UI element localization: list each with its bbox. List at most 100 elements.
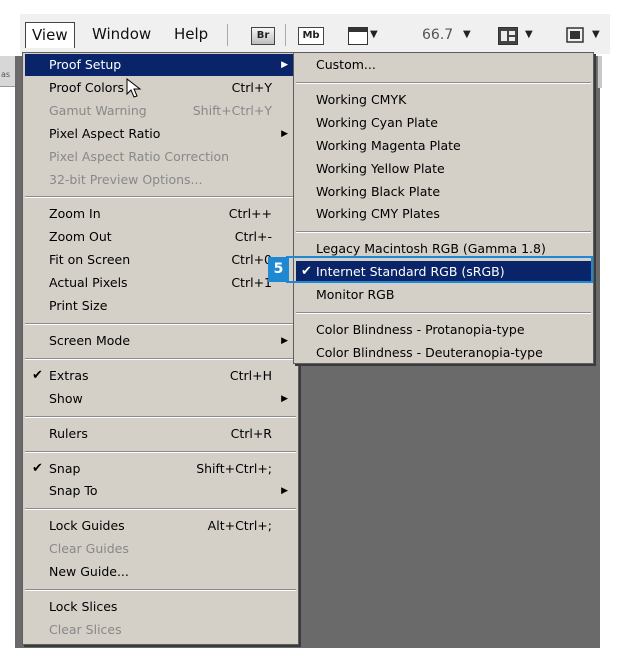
zoom-level[interactable]: 66.7	[422, 24, 453, 46]
menu-item-monitor-rgb[interactable]: Monitor RGB	[296, 284, 591, 306]
menu-item-zoom-in[interactable]: Zoom In Ctrl++	[25, 203, 296, 225]
menu-item-actual-pixels[interactable]: Actual Pixels Ctrl+1	[25, 272, 296, 294]
menu-item-label: Zoom In	[49, 206, 101, 222]
toolbar-divider	[227, 24, 228, 46]
chevron-down-icon[interactable]: ▼	[370, 24, 378, 46]
menu-item-shortcut: Shift+Ctrl+Y	[192, 102, 272, 118]
menu-item-label: Lock Guides	[49, 518, 125, 534]
menu-help[interactable]: Help	[168, 22, 214, 46]
menu-item-label: Monitor RGB	[316, 287, 395, 303]
menu-item-lock-guides[interactable]: Lock Guides Alt+Ctrl+;	[25, 515, 296, 537]
menu-item-label: Proof Colors	[49, 79, 124, 95]
menu-divider	[25, 589, 296, 591]
menu-bar: View Window Help Br Mb ▼ 66.7 ▼ ▼ ▼	[20, 14, 610, 54]
checkmark-icon: ✔	[32, 367, 43, 383]
menu-item-label: Working CMYK	[316, 91, 407, 107]
submenu-arrow-icon: ▶	[281, 393, 288, 404]
menu-view[interactable]: View	[25, 22, 75, 48]
menu-divider	[25, 357, 296, 360]
view-menu: Proof Setup ▶ Proof Colors Ctrl+Y Gamut Warn…	[22, 52, 299, 645]
menu-divider	[296, 81, 591, 84]
menu-item-lock-slices[interactable]: Lock Slices	[25, 596, 296, 618]
menu-divider	[25, 508, 296, 511]
panel-edge-text: as	[1, 70, 11, 79]
menu-item-fit-on-screen[interactable]: Fit on Screen Ctrl+0	[25, 249, 296, 271]
checkmark-icon: ✔	[32, 460, 43, 476]
menu-item-working-magenta-plate[interactable]: Working Magenta Plate	[296, 135, 591, 157]
menu-item-shortcut: Ctrl++	[228, 206, 272, 222]
menu-item-extras[interactable]: ✔ Extras Ctrl+H	[25, 365, 296, 387]
menu-item-clear-slices: Clear Slices	[25, 619, 296, 641]
chevron-down-icon[interactable]: ▼	[525, 24, 533, 46]
menu-item-32-bit-preview-options: 32-bit Preview Options...	[25, 169, 296, 191]
menu-item-clear-guides: Clear Guides	[25, 538, 296, 560]
menu-item-shortcut: Ctrl+Y	[231, 79, 272, 95]
ruler-grid-icon	[349, 28, 367, 35]
view-extras-icon[interactable]	[348, 27, 368, 45]
menu-item-label: Print Size	[49, 298, 108, 313]
bridge-button[interactable]: Br	[251, 27, 275, 45]
menu-item-custom[interactable]: Custom...	[296, 54, 591, 76]
menu-item-working-cmyk[interactable]: Working CMYK	[296, 89, 591, 111]
menu-item-new-guide[interactable]: New Guide...	[25, 561, 296, 583]
toolbar-divider	[285, 24, 286, 46]
menu-item-label: Working CMY Plates	[316, 206, 440, 222]
menu-divider	[25, 450, 296, 453]
menu-item-shortcut: Shift+Ctrl+;	[196, 460, 272, 476]
menu-item-label: Lock Slices	[49, 599, 118, 614]
menu-item-proof-setup[interactable]: Proof Setup ▶	[25, 54, 296, 76]
menu-item-working-yellow-plate[interactable]: Working Yellow Plate	[296, 158, 591, 180]
menu-item-label: Pixel Aspect Ratio	[49, 125, 161, 141]
menu-item-working-black-plate[interactable]: Working Black Plate	[296, 181, 591, 203]
menu-item-label: Snap To	[49, 483, 98, 499]
menu-item-rulers[interactable]: Rulers Ctrl+R	[25, 423, 296, 445]
menu-item-gamut-warning: Gamut Warning Shift+Ctrl+Y	[25, 100, 296, 122]
menu-item-shortcut: Alt+Ctrl+;	[207, 518, 272, 534]
arrange-documents-icon[interactable]	[498, 27, 518, 45]
menu-item-snap-to[interactable]: Snap To ▶	[25, 480, 296, 502]
chevron-down-icon[interactable]: ▼	[463, 24, 471, 46]
menu-item-label: Snap	[49, 460, 81, 476]
menu-item-shortcut: Ctrl+H	[229, 367, 272, 383]
menu-item-label: Extras	[49, 367, 89, 383]
screen-mode-icon[interactable]	[566, 27, 584, 43]
menu-item-label: Actual Pixels	[49, 275, 128, 291]
mouse-cursor-icon	[126, 78, 142, 98]
menu-item-label: Color Blindness - Deuteranopia-type	[316, 344, 543, 360]
menu-item-label: Working Magenta Plate	[316, 137, 461, 153]
menu-item-label: Gamut Warning	[49, 102, 147, 118]
menu-item-shortcut: Ctrl+R	[230, 425, 272, 441]
menu-item-working-cyan-plate[interactable]: Working Cyan Plate	[296, 112, 591, 134]
proof-setup-submenu: Custom... Working CMYK Working Cyan Plate W…	[293, 52, 594, 364]
menu-window[interactable]: Window	[86, 22, 157, 46]
menu-item-snap[interactable]: ✔ Snap Shift+Ctrl+;	[25, 458, 296, 480]
screen-frame-icon	[566, 27, 584, 43]
menu-item-color-blindness-protanopia-type[interactable]: Color Blindness - Protanopia-type	[296, 319, 591, 341]
menu-item-print-size[interactable]: Print Size	[25, 295, 296, 317]
menu-item-proof-colors[interactable]: Proof Colors Ctrl+Y	[25, 77, 296, 99]
menu-item-label: 32-bit Preview Options...	[49, 171, 203, 187]
chevron-down-icon[interactable]: ▼	[592, 24, 600, 46]
callout-highlight-frame	[286, 256, 593, 283]
menu-item-label: Screen Mode	[49, 332, 131, 348]
menu-item-label: Custom...	[316, 57, 376, 72]
menu-item-working-cmy-plates[interactable]: Working CMY Plates	[296, 203, 591, 225]
menu-item-label: New Guide...	[49, 564, 129, 580]
menu-item-label: Clear Slices	[49, 621, 122, 637]
submenu-arrow-icon: ▶	[281, 335, 288, 346]
menu-item-pixel-aspect-ratio[interactable]: Pixel Aspect Ratio ▶	[25, 123, 296, 145]
menu-item-label: Pixel Aspect Ratio Correction	[49, 148, 230, 164]
menu-item-label: Color Blindness - Protanopia-type	[316, 322, 525, 337]
menu-item-color-blindness-deuteranopia-type[interactable]: Color Blindness - Deuteranopia-type	[296, 342, 591, 364]
callout-number-badge: 5	[268, 257, 289, 282]
mini-bridge-button[interactable]: Mb	[298, 27, 324, 45]
panel-edge: as	[0, 56, 15, 87]
menu-item-zoom-out[interactable]: Zoom Out Ctrl+-	[25, 226, 296, 248]
menu-item-screen-mode[interactable]: Screen Mode ▶	[25, 330, 296, 352]
submenu-arrow-icon: ▶	[281, 60, 288, 70]
menu-item-show[interactable]: Show ▶	[25, 388, 296, 410]
menu-divider	[296, 231, 591, 234]
menu-divider	[25, 322, 296, 325]
menu-divider	[25, 415, 296, 418]
menu-item-shortcut: Ctrl+0	[231, 252, 272, 268]
